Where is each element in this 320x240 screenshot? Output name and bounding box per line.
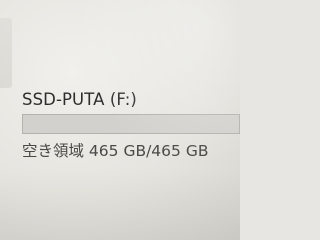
free-space-label: 空き領域 465 GB/465 GB: [22, 142, 209, 160]
drive-name: SSD-PUTA (F:): [22, 90, 137, 109]
drive-tile[interactable]: SSD-PUTA (F:) 空き領域 465 GB/465 GB: [0, 0, 240, 240]
drive-icon: [0, 18, 12, 88]
screen: SSD-PUTA (F:) 空き領域 465 GB/465 GB: [0, 0, 240, 240]
usage-bar: [22, 114, 240, 134]
